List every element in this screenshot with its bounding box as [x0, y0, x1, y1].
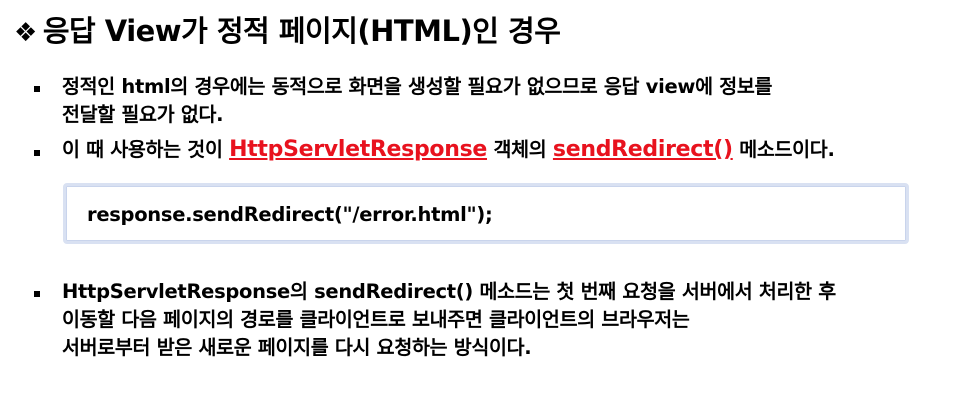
slide-title: ❖ 응답 View가 정적 페이지(HTML)인 경우 [14, 8, 561, 50]
bullet-paragraph-1: 정적인 html의 경우에는 동적으로 화면을 생성할 필요가 없으므로 응답 … [62, 73, 952, 129]
bullet-2-pre: 이 때 사용하는 것이 [62, 138, 230, 161]
square-bullet-icon [34, 86, 40, 92]
highlight-httpservletresponse: HttpServletResponse [229, 137, 488, 162]
code-box: response.sendRedirect("/error.html"); [63, 183, 909, 244]
bullet-paragraph-2: 이 때 사용하는 것이 HttpServletResponse 객체의 send… [62, 136, 952, 164]
bullet-paragraph-3: HttpServletResponse의 sendRedirect() 메소드는… [62, 278, 952, 362]
bullet-1-line-2: 전달할 필요가 없다. [62, 103, 224, 126]
bullet-2-mid: 객체의 [487, 138, 553, 161]
highlight-sendredirect: sendRedirect() [552, 137, 733, 162]
bullet-3-line-1: HttpServletResponse의 sendRedirect() 메소드는… [62, 280, 836, 303]
bullet-2-post: 메소드이다. [732, 138, 835, 161]
bullet-1-line-1: 정적인 html의 경우에는 동적으로 화면을 생성할 필요가 없으므로 응답 … [62, 75, 773, 98]
square-bullet-icon [34, 150, 40, 156]
slide-title-text: 응답 View가 정적 페이지(HTML)인 경우 [42, 14, 561, 48]
bullet-2-line: 이 때 사용하는 것이 HttpServletResponse 객체의 send… [62, 136, 952, 164]
square-bullet-icon [34, 291, 40, 297]
diamond-bullet-icon: ❖ [14, 18, 37, 48]
bullet-3-line-3: 서버로부터 받은 새로운 페이지를 다시 요청하는 방식이다. [62, 336, 532, 359]
bullet-3-line-2: 이동할 다음 페이지의 경로를 클라이언트로 보내주면 클라이언트의 브라우저는 [62, 308, 690, 331]
code-snippet: response.sendRedirect("/error.html"); [87, 203, 493, 226]
